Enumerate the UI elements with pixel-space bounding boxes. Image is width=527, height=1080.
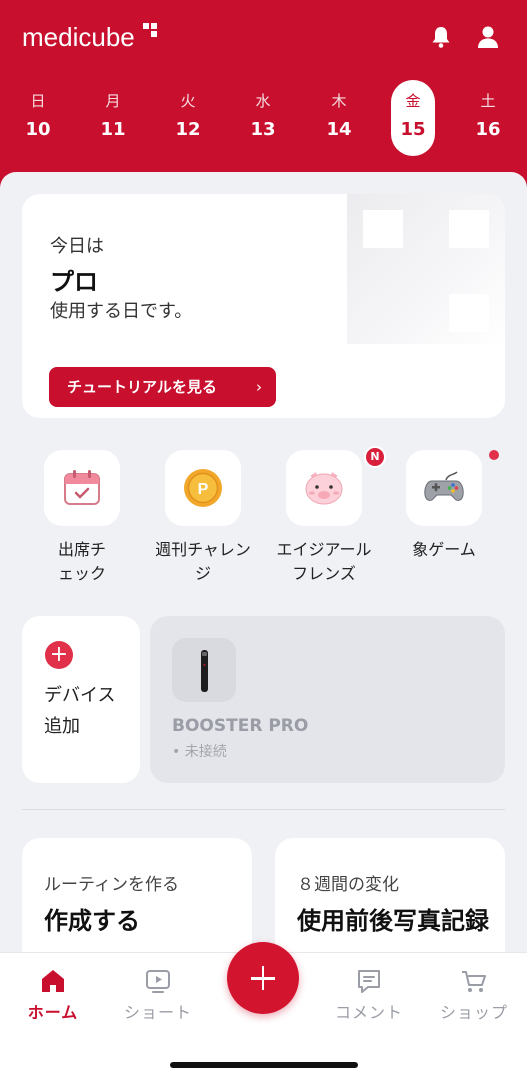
calendar-day[interactable]: 日 10 (16, 80, 60, 156)
agr-friends-action[interactable]: N エイジアールフレンズ (269, 446, 386, 590)
section-divider (22, 809, 505, 810)
today-card: 今日は プロ 使用する日です。 チュートリアルを見る › (22, 194, 505, 418)
calendar-day[interactable]: 月 11 (91, 80, 135, 156)
calendar-day-selected[interactable]: 金 15 (391, 80, 435, 156)
photo-record-card[interactable]: ８週間の変化 使用前後写真記録 (275, 838, 505, 962)
calendar-day[interactable]: 木 14 (317, 80, 361, 156)
notification-dot (489, 450, 499, 460)
photo-record-card-subtitle: ８週間の変化 (297, 875, 399, 895)
nav-comments-label: コメント (334, 1003, 403, 1022)
video-icon (146, 970, 170, 993)
calendar-check-icon (64, 470, 100, 505)
nav-home-label: ホーム (27, 1003, 79, 1022)
tutorial-button-label: チュートリアルを見る (67, 378, 217, 396)
add-device-button[interactable]: + デバイス追加 (22, 616, 140, 783)
hero-line-3: 使用する日です。 (50, 301, 193, 322)
status-dot-icon: • (172, 744, 181, 760)
elephant-game-action[interactable]: 象ゲーム (389, 450, 499, 590)
nav-shorts[interactable]: ショート (108, 953, 208, 1033)
add-device-label: デバイス追加 (44, 685, 116, 737)
routine-card-title: 作成する (44, 907, 140, 935)
routine-card-subtitle: ルーティンを作る (44, 875, 179, 895)
hero-decoration (347, 194, 505, 344)
svg-text:P: P (198, 481, 209, 498)
routine-card[interactable]: ルーティンを作る 作成する (22, 838, 252, 962)
home-icon (42, 970, 64, 992)
agr-friends-label: エイジアールフレンズ (276, 540, 372, 583)
bell-icon[interactable] (428, 24, 454, 50)
weekly-challenge-action[interactable]: P 週刊チャレンジ (148, 450, 258, 590)
new-badge: N (364, 446, 386, 468)
calendar-day[interactable]: 火 12 (166, 80, 210, 156)
app-header: medicube 日 10 月 11 火 12 水 13 木 14 金 15 土 16 (0, 0, 527, 200)
plus-icon: + (45, 641, 73, 669)
calendar-day[interactable]: 土 16 (466, 80, 510, 156)
pig-icon (305, 472, 343, 505)
calendar-day[interactable]: 水 13 (241, 80, 285, 156)
comment-icon (358, 970, 380, 993)
device-name: BOOSTER PRO (172, 716, 309, 736)
main-content[interactable]: 今日は プロ 使用する日です。 チュートリアルを見る › 出席チェック P 週刊… (0, 172, 527, 962)
attendance-check-label: 出席チェック (57, 540, 106, 583)
device-image (172, 638, 236, 702)
photo-record-card-title: 使用前後写真記録 (297, 907, 489, 935)
chevron-right-icon: › (256, 378, 262, 396)
device-status: • 未接続 (172, 741, 227, 761)
attendance-check-action[interactable]: 出席チェック (27, 450, 137, 590)
add-fab-button[interactable] (227, 942, 299, 1014)
elephant-game-label: 象ゲーム (412, 540, 476, 559)
nav-comments[interactable]: コメント (319, 953, 419, 1033)
hero-device-name: プロ (50, 268, 98, 296)
logo-plus-icon (143, 23, 158, 38)
medicube-logo: medicube (22, 22, 135, 52)
week-calendar: 日 10 月 11 火 12 水 13 木 14 金 15 土 16 (0, 80, 527, 156)
nav-shop[interactable]: ショップ (424, 953, 524, 1033)
nav-home[interactable]: ホーム (3, 953, 103, 1033)
home-indicator (170, 1062, 358, 1068)
nav-shop-label: ショップ (439, 1003, 508, 1022)
hero-line-1: 今日は (50, 236, 104, 257)
device-status-text: 未接続 (184, 744, 227, 760)
cart-icon (462, 971, 486, 992)
weekly-challenge-label: 週刊チャレンジ (155, 540, 251, 583)
tutorial-button[interactable]: チュートリアルを見る › (49, 367, 276, 407)
device-card-booster-pro[interactable]: BOOSTER PRO • 未接続 (150, 616, 505, 783)
profile-icon[interactable] (475, 24, 501, 50)
nav-shorts-label: ショート (123, 1003, 192, 1022)
gamepad-icon (424, 471, 464, 501)
coin-icon: P (184, 469, 222, 507)
